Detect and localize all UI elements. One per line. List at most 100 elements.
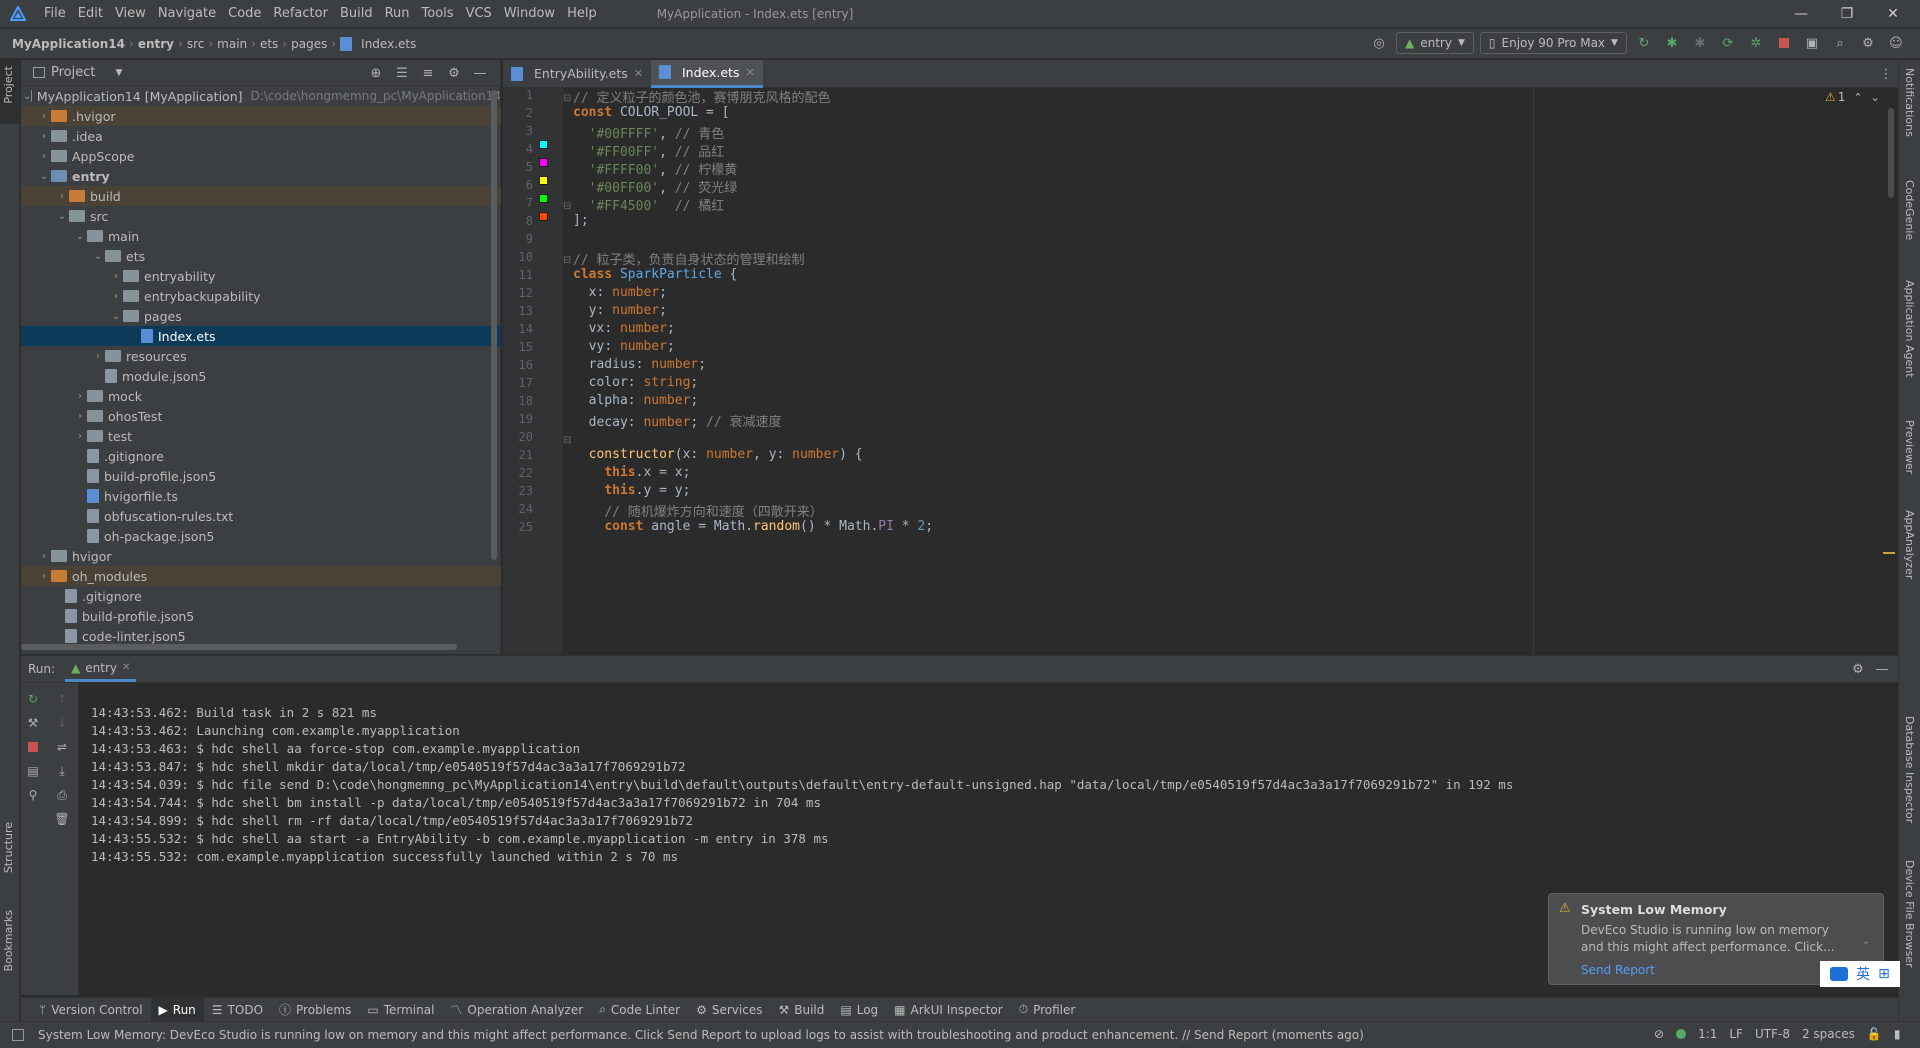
chevron-down-icon[interactable]: ⌄	[37, 171, 51, 182]
tree-item[interactable]: › resources	[21, 346, 501, 366]
tab-build[interactable]: ⚒ Build	[770, 998, 832, 1022]
menu-navigate[interactable]: Navigate	[152, 0, 222, 28]
account-icon[interactable]: ☺	[1885, 32, 1907, 54]
tree-item[interactable]: code-linter.json5	[21, 626, 501, 646]
minimize-icon[interactable]: —	[1778, 0, 1824, 28]
vertical-scrollbar[interactable]	[491, 90, 497, 560]
lock-icon[interactable]: 🔓	[1867, 1027, 1882, 1041]
tree-item[interactable]: module.json5	[21, 366, 501, 386]
menu-run[interactable]: Run	[379, 0, 416, 28]
fold-icon[interactable]: ⊟	[563, 255, 571, 266]
tree-item[interactable]: .gitignore	[21, 586, 501, 606]
chevron-down-icon[interactable]: ⌄	[91, 251, 105, 262]
menu-edit[interactable]: Edit	[72, 0, 109, 28]
gear-icon[interactable]: ⚙	[443, 62, 465, 84]
tree-item[interactable]: › hvigor	[21, 546, 501, 566]
menu-code[interactable]: Code	[222, 0, 267, 28]
locate-icon[interactable]: ⊕	[365, 62, 387, 84]
device-manager-icon[interactable]: ▣	[1801, 32, 1823, 54]
soft-wrap-icon[interactable]: ⇌	[50, 735, 74, 759]
run-config-dropdown[interactable]: ▲ entry ▼	[1396, 32, 1474, 54]
memory-indicator-icon[interactable]: ⊘	[1654, 1027, 1664, 1041]
ime-toolbar[interactable]: 英 ⊞	[1820, 961, 1900, 987]
stop-icon[interactable]	[1773, 32, 1795, 54]
breadcrumb-file[interactable]: Index.ets	[357, 37, 420, 51]
notifications-stripe-tab[interactable]: Notifications	[1903, 68, 1916, 137]
target-icon[interactable]: ◎	[1368, 32, 1390, 54]
tab-code-linter[interactable]: ⌕ Code Linter	[591, 998, 688, 1022]
menu-file[interactable]: File	[38, 0, 72, 28]
restore-icon[interactable]: ❐	[1824, 0, 1870, 28]
chevron-down-icon[interactable]: ⌄	[1871, 91, 1880, 104]
apply-changes-icon[interactable]: ⟳	[1717, 32, 1739, 54]
tab-log[interactable]: ▤ Log	[832, 998, 886, 1022]
tree-item[interactable]: hvigorfile.ts	[21, 486, 501, 506]
tree-item[interactable]: build-profile.json5	[21, 606, 501, 626]
caret-position[interactable]: 1:1	[1698, 1027, 1717, 1041]
tab-index[interactable]: Index.ets ✕	[650, 59, 763, 88]
breadcrumb-pages[interactable]: pages	[287, 37, 331, 51]
menu-window[interactable]: Window	[498, 0, 561, 28]
run-icon[interactable]: ↻	[1633, 32, 1655, 54]
search-icon[interactable]: ⌕	[1829, 32, 1851, 54]
chevron-right-icon[interactable]: ›	[73, 431, 87, 442]
tree-item[interactable]: › AppScope	[21, 146, 501, 166]
device-file-browser-stripe-tab[interactable]: Device File Browser	[1903, 860, 1916, 968]
warning-marker[interactable]	[1883, 552, 1895, 554]
tree-item[interactable]: › mock	[21, 386, 501, 406]
tab-arkui-inspector[interactable]: ▦ ArkUI Inspector	[886, 998, 1011, 1022]
project-view-selector[interactable]: Project	[51, 65, 95, 80]
appanalyzer-stripe-tab[interactable]: AppAnalyzer	[1903, 510, 1916, 579]
breadcrumb-module[interactable]: entry	[134, 37, 178, 51]
chevron-right-icon[interactable]: ›	[37, 151, 51, 162]
daemon-status-icon[interactable]	[1676, 1029, 1687, 1039]
menu-help[interactable]: Help	[561, 0, 603, 28]
breadcrumb-main[interactable]: main	[213, 37, 251, 51]
ime-language[interactable]: 英	[1856, 964, 1870, 984]
color-swatch[interactable]	[539, 212, 548, 221]
indent-setting[interactable]: 2 spaces	[1802, 1027, 1855, 1041]
tab-version-control[interactable]: ᛘ Version Control	[31, 998, 151, 1022]
tree-item[interactable]: › entrybackupability	[21, 286, 501, 306]
run-tab-entry[interactable]: ▲ entry ✕	[65, 656, 137, 682]
expand-all-icon[interactable]: ☰	[391, 62, 413, 84]
chevron-right-icon[interactable]: ›	[73, 411, 87, 422]
tab-problems[interactable]: ⓘ Problems	[271, 998, 359, 1022]
chevron-down-icon[interactable]: ⌄	[1861, 934, 1870, 947]
hide-panel-icon[interactable]: —	[1871, 658, 1893, 680]
previewer-stripe-tab[interactable]: Previewer	[1903, 420, 1916, 474]
tree-root[interactable]: ⌄ MyApplication14 [MyApplication] D:\cod…	[21, 86, 501, 106]
editor-scrollbar[interactable]	[1888, 108, 1894, 198]
profile-icon[interactable]: ✲	[1745, 32, 1767, 54]
code-editor[interactable]: 1 2 3 4 5 6 7 8 9 10 11 12 13 14 15 16 17 18 19 20 21 22 23 24 2…	[503, 88, 1898, 654]
fold-icon[interactable]: ⊟	[563, 93, 571, 104]
project-stripe-tab[interactable]: Project	[0, 60, 20, 124]
tree-item[interactable]: › entryability	[21, 266, 501, 286]
rerun-icon[interactable]: ↻	[21, 687, 45, 711]
color-swatch[interactable]	[539, 194, 548, 203]
database-inspector-stripe-tab[interactable]: Database Inspector	[1903, 716, 1916, 823]
color-swatch[interactable]	[539, 158, 548, 167]
fold-icon[interactable]: ⊟	[563, 435, 571, 446]
collapse-all-icon[interactable]: ≡	[417, 62, 439, 84]
tree-item[interactable]: build-profile.json5	[21, 466, 501, 486]
chevron-right-icon[interactable]: ›	[73, 391, 87, 402]
tree-item[interactable]: › build	[21, 186, 501, 206]
chevron-right-icon[interactable]: ›	[37, 111, 51, 122]
bookmarks-stripe-tab[interactable]: Bookmarks	[2, 910, 15, 971]
codegenie-stripe-tab[interactable]: CodeGenie	[1903, 180, 1916, 240]
chevron-right-icon[interactable]: ›	[55, 191, 69, 202]
menu-vcs[interactable]: VCS	[460, 0, 498, 28]
chevron-down-icon[interactable]: ⌄	[23, 91, 31, 102]
status-message[interactable]: System Low Memory: DevEco Studio is runn…	[38, 1028, 1364, 1042]
chevron-down-icon[interactable]: ▼	[115, 68, 122, 78]
tab-entryability[interactable]: EntryAbility.ets ✕	[503, 60, 651, 88]
tree-item[interactable]: › test	[21, 426, 501, 446]
pin-icon[interactable]: ⚲	[21, 783, 45, 807]
tree-item[interactable]: › ohosTest	[21, 406, 501, 426]
stop-icon[interactable]	[21, 735, 45, 759]
memory-icon[interactable]: ▮	[1894, 1027, 1901, 1041]
horizontal-scrollbar[interactable]	[21, 644, 457, 650]
close-tab-icon[interactable]: ✕	[122, 662, 130, 673]
menu-view[interactable]: View	[109, 0, 152, 28]
